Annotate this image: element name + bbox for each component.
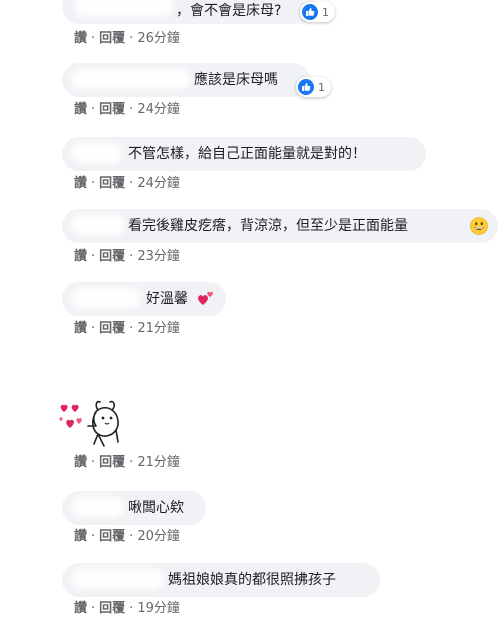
separator-dot: · [91,321,96,336]
comment-time[interactable]: 24分鐘 [137,176,180,191]
comment-actions: 讚 · 回覆 · 24分鐘 [74,102,180,118]
comment-text: 媽祖娘娘真的都很照拂孩子 [168,572,336,588]
reply-link[interactable]: 回覆 [99,176,125,191]
reply-link[interactable]: 回覆 [99,31,125,46]
like-link[interactable]: 讚 [74,455,87,470]
reply-link[interactable]: 回覆 [99,455,125,470]
separator-dot: · [91,601,96,616]
grinning-face-emoji-icon [470,217,488,239]
comment-bubble: 看完後雞皮疙瘩，背涼涼，但至少是正面能量 [62,209,498,243]
comment-bubble: ，會不會是床母? [62,0,316,24]
separator-dot: · [91,249,96,264]
blurred-author-name [72,69,190,89]
separator-dot: · [91,529,96,544]
separator-dot: · [129,529,134,544]
like-link[interactable]: 讚 [74,529,87,544]
separator-dot: · [129,601,134,616]
comment-time[interactable]: 26分鐘 [137,31,180,46]
comment-actions: 讚 · 回覆 · 26分鐘 [74,31,180,47]
comment-text: 看完後雞皮疙瘩，背涼涼，但至少是正面能量 [128,218,408,234]
like-link[interactable]: 讚 [74,249,87,264]
blurred-author-name [72,497,124,517]
comment-bubble: 應該是床母嗎 [62,63,310,97]
comment-text: 不管怎樣，給自己正面能量就是對的！ [128,146,366,162]
separator-dot: · [91,31,96,46]
two-hearts-emoji-icon [196,288,216,312]
comment-time[interactable]: 20分鐘 [137,529,180,544]
hearts-bunny-sticker[interactable] [58,398,128,450]
comment-actions: 讚 · 回覆 · 21分鐘 [74,321,180,337]
comment-time[interactable]: 21分鐘 [137,321,180,336]
comment-actions: 讚 · 回覆 · 20分鐘 [74,529,180,545]
comment-actions: 讚 · 回覆 · 23分鐘 [74,249,180,265]
comment-text: 好溫馨 [146,291,188,307]
reply-link[interactable]: 回覆 [99,321,125,336]
reply-link[interactable]: 回覆 [99,249,125,264]
comment-actions: 讚 · 回覆 · 24分鐘 [74,176,180,192]
separator-dot: · [129,31,134,46]
blurred-author-name [72,288,140,308]
comment-bubble: 媽祖娘娘真的都很照拂孩子 [62,563,380,597]
reaction-number: 1 [322,5,329,19]
comment-time[interactable]: 24分鐘 [137,102,180,117]
separator-dot: · [91,176,96,191]
comment-time[interactable]: 19分鐘 [137,601,180,616]
blurred-author-name [72,569,164,589]
blurred-author-name [74,0,174,16]
like-link[interactable]: 讚 [74,102,87,117]
separator-dot: · [129,102,134,117]
like-reaction-icon [302,4,318,20]
reaction-count[interactable]: 1 [300,2,335,22]
reply-link[interactable]: 回覆 [99,102,125,117]
comment-text: 應該是床母嗎 [194,72,278,88]
like-link[interactable]: 讚 [74,601,87,616]
separator-dot: · [91,102,96,117]
reaction-number: 1 [318,80,325,94]
comment-bubble: 好溫馨 [62,282,226,316]
like-reaction-icon [298,79,314,95]
reply-link[interactable]: 回覆 [99,529,125,544]
like-link[interactable]: 讚 [74,31,87,46]
comment-bubble: 啾闆心欸 [62,491,206,525]
comment-time[interactable]: 21分鐘 [137,455,180,470]
comment-text: ，會不會是床母? [176,3,282,19]
comment-text: 啾闆心欸 [128,500,184,516]
blurred-author-name [72,143,122,163]
blurred-author-name [72,215,124,235]
separator-dot: · [129,455,134,470]
comment-actions: 讚 · 回覆 · 19分鐘 [74,601,180,617]
reaction-count[interactable]: 1 [296,77,331,97]
like-link[interactable]: 讚 [74,321,87,336]
comment-bubble: 不管怎樣，給自己正面能量就是對的！ [62,137,426,171]
separator-dot: · [91,455,96,470]
separator-dot: · [129,249,134,264]
like-link[interactable]: 讚 [74,176,87,191]
reply-link[interactable]: 回覆 [99,601,125,616]
separator-dot: · [129,176,134,191]
comment-actions: 讚 · 回覆 · 21分鐘 [74,455,180,471]
comment-time[interactable]: 23分鐘 [137,249,180,264]
separator-dot: · [129,321,134,336]
